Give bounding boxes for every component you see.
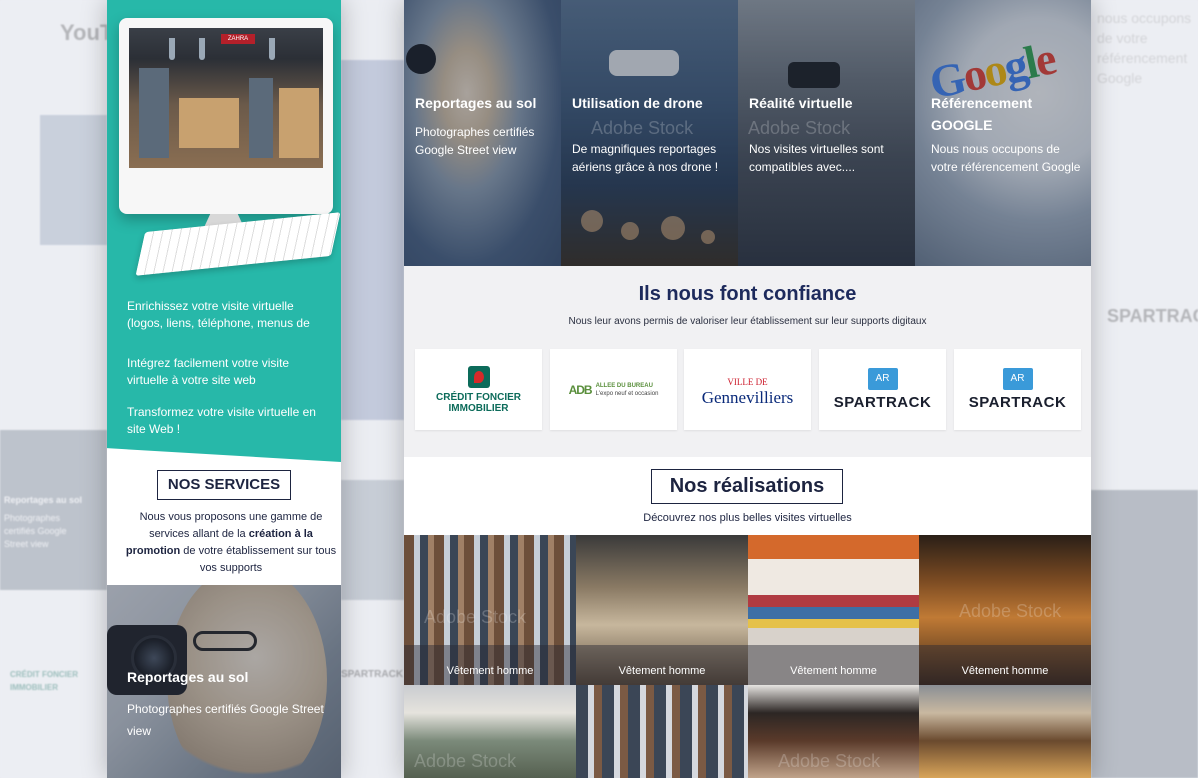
gennevilliers-name: Gennevilliers xyxy=(701,387,794,407)
ar-badge-icon: AR xyxy=(1002,368,1033,390)
service-text: Nous nous occupons de votre référencemen… xyxy=(931,142,1081,174)
ground-report-title: Reportages au sol xyxy=(127,669,249,685)
realisation-tile[interactable]: Adobe Stock Vêtement homme xyxy=(404,535,576,685)
adb-mark: ADB xyxy=(568,382,593,397)
ghost-photo xyxy=(0,430,107,590)
service-card-drone[interactable]: Utilisation de drone De magnifiques repo… xyxy=(561,0,738,266)
service-title: Référencement GOOGLE xyxy=(931,95,1033,133)
service-title: Réalité virtuelle xyxy=(749,95,853,111)
realisation-tile[interactable] xyxy=(576,685,748,778)
hero-point-2: Intégrez facilement votre visite virtuel… xyxy=(127,356,290,387)
service-text: De magnifiques reportages aériens grâce … xyxy=(572,142,719,174)
shelf xyxy=(279,88,319,158)
tile-image xyxy=(919,685,1091,778)
ghost-right-column: nous occupons de votre référencement Goo… xyxy=(1091,0,1198,778)
adb-tagline: L'expo neuf et occasion xyxy=(595,390,659,397)
hero-point-1: Enrichissez votre visite virtuelle (logo… xyxy=(127,299,310,330)
service-card-vr[interactable]: Réalité virtuelle Nos visites virtuelles… xyxy=(738,0,915,266)
imac-screen: ZAHRA xyxy=(129,28,323,168)
partner-logo-spartrack[interactable]: AR SPARTRACK xyxy=(954,349,1081,430)
realisation-tile[interactable]: Adobe Stock Vêtement homme xyxy=(919,535,1091,685)
watermark: Adobe Stock xyxy=(778,751,881,771)
credit-foncier-mark xyxy=(467,365,490,388)
services-desc-end: de votre établissement sur tous vos supp… xyxy=(180,545,337,574)
ghost-middle-column: SPARTRACK xyxy=(341,0,404,778)
watermark: Adobe Stock xyxy=(959,601,1062,621)
ar-badge-icon: AR xyxy=(867,368,898,390)
ghost-left-text: Photographes certifiés Google Street vie… xyxy=(4,513,67,549)
service-title: Reportages au sol xyxy=(415,95,537,111)
spartrack-logo: AR SPARTRACK xyxy=(834,368,932,411)
tile-caption: Vêtement homme xyxy=(404,645,576,685)
ghost-photo xyxy=(341,480,404,600)
watermark: Adobe Stock xyxy=(748,118,851,138)
left-phone-mockup: ZAHRA Enrichissez votre visite virtuelle… xyxy=(107,0,341,778)
ground-report-card[interactable]: Reportages au sol Photographes certifiés… xyxy=(107,585,341,778)
adb-logo: ADB ALLEE DU BUREAU L'expo neuf et occasi… xyxy=(569,382,659,398)
shelf xyxy=(179,98,239,148)
tile-caption: Vêtement homme xyxy=(576,645,748,685)
tile-caption: Vêtement homme xyxy=(748,645,919,685)
imac-illustration: ZAHRA xyxy=(115,18,341,276)
ghost-image xyxy=(40,115,107,245)
ghost-mid-logo: SPARTRACK xyxy=(341,669,404,680)
realisations-title: Nos réalisations xyxy=(651,469,843,504)
trust-subtitle: Nous leur avons permis de valoriser leur… xyxy=(568,316,927,327)
partner-logo-credit-foncier[interactable]: CRÉDIT FONCIER IMMOBILIER xyxy=(415,349,542,430)
hero-section: ZAHRA Enrichissez votre visite virtuelle… xyxy=(107,0,341,462)
spartrack-text: SPARTRACK xyxy=(833,394,932,411)
service-title: Utilisation de drone xyxy=(572,95,703,111)
spartrack-logo: AR SPARTRACK xyxy=(969,368,1067,411)
realisation-tile[interactable]: Adobe Stock xyxy=(404,685,576,778)
credit-foncier-text: CRÉDIT FONCIER IMMOBILIER xyxy=(436,391,521,414)
lamp xyxy=(269,38,275,60)
service-card-google[interactable]: Google Référencement GOOGLE Nous nous oc… xyxy=(915,0,1091,266)
realisation-tile[interactable]: Vêtement homme xyxy=(748,535,919,685)
keyboard xyxy=(135,212,341,276)
tile-image xyxy=(576,685,748,778)
realisations-header: Nos réalisations Découvrez nos plus bell… xyxy=(404,457,1091,535)
realisation-tile[interactable] xyxy=(919,685,1091,778)
rack xyxy=(249,78,273,158)
watermark: Adobe Stock xyxy=(424,607,527,627)
ghost-left-column: YouTube Reportages au sol Photographes c… xyxy=(0,0,107,778)
tile-caption: Vêtement homme xyxy=(919,645,1091,685)
spartrack-text: SPARTRACK xyxy=(968,394,1067,411)
service-card-ground-report[interactable]: Reportages au sol Photographes certifiés… xyxy=(404,0,561,266)
service-text: Nos visites virtuelles sont compatibles … xyxy=(749,142,884,174)
services-heading: NOS SERVICES xyxy=(157,470,291,500)
lamp xyxy=(169,38,175,60)
realisation-tile[interactable]: Adobe Stock xyxy=(748,685,919,778)
adb-name: ALLEE DU BUREAU xyxy=(595,382,653,389)
store-sign: ZAHRA xyxy=(221,34,255,44)
gennevilliers-logo: VILLE DE Gennevilliers xyxy=(702,374,794,406)
adb-text: ALLEE DU BUREAU L'expo neuf et occasion xyxy=(596,382,659,398)
hero-point-3: Transformez votre visite virtuelle en si… xyxy=(127,405,316,436)
main-phone-mockup: Reportages au sol Photographes certifiés… xyxy=(404,0,1091,778)
ground-report-text: Photographes certifiés Google Street vie… xyxy=(127,702,324,738)
services-description: Nous vous proposons une gamme de service… xyxy=(121,509,341,577)
realisations-subtitle: Découvrez nos plus belles visites virtue… xyxy=(643,512,852,524)
ghost-youtube-logo: YouTube xyxy=(60,20,107,45)
ghost-photo xyxy=(1091,490,1198,778)
lamp xyxy=(199,38,205,60)
watermark: Adobe Stock xyxy=(414,751,517,771)
partner-logo-gennevilliers[interactable]: VILLE DE Gennevilliers xyxy=(684,349,811,430)
ghost-left-title: Reportages au sol xyxy=(4,495,83,505)
partner-logo-allee-du-bureau[interactable]: ADB ALLEE DU BUREAU L'expo neuf et occasi… xyxy=(550,349,677,430)
partner-logo-spartrack[interactable]: AR SPARTRACK xyxy=(819,349,946,430)
ghost-right-text: nous occupons de votre référencement Goo… xyxy=(1097,10,1192,86)
rack xyxy=(139,68,169,158)
realisation-tile[interactable]: Vêtement homme xyxy=(576,535,748,685)
ghost-panel xyxy=(341,60,404,420)
watermark: Adobe Stock xyxy=(591,118,694,138)
trust-title: Ils nous font confiance xyxy=(638,283,857,305)
ghost-left-logo: CRÉDIT FONCIER IMMOBILIER xyxy=(10,670,78,692)
ghost-right-logo: SPARTRACK xyxy=(1107,306,1198,326)
service-text: Photographes certifiés Google Street vie… xyxy=(415,125,535,157)
